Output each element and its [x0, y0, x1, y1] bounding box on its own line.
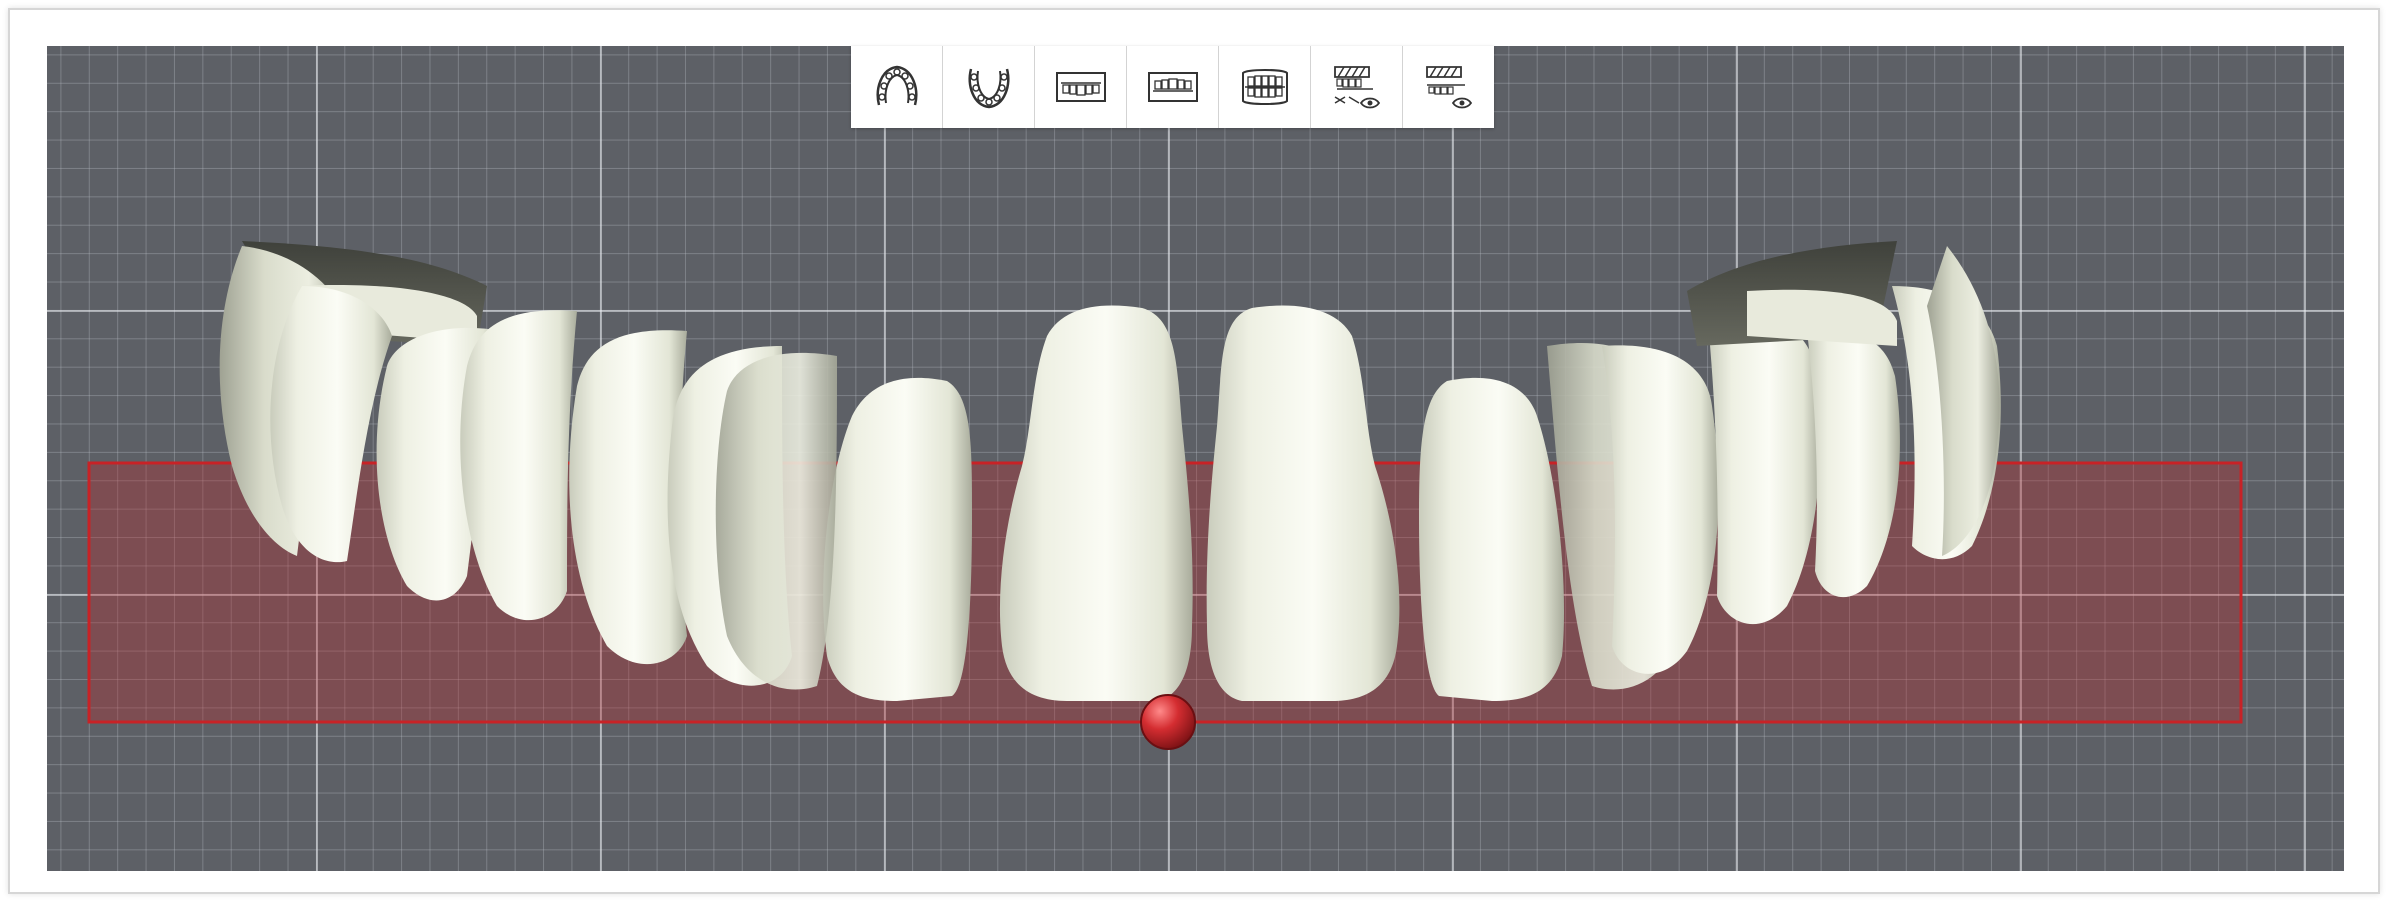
lower-arch-occlusal-icon [968, 68, 1009, 109]
both-jaws-front-button[interactable] [1219, 46, 1311, 128]
lower-teeth-front-button[interactable] [1127, 46, 1219, 128]
both-jaws-frontal-icon [1241, 69, 1288, 105]
left-central-incisor[interactable] [999, 305, 1193, 701]
right-lateral-incisor[interactable] [1419, 377, 1565, 701]
upper-jaw-view-button[interactable] [851, 46, 943, 128]
left-lateral-incisor[interactable] [823, 377, 972, 701]
left-canine[interactable] [715, 352, 837, 690]
upper-arch-occlusal-icon [876, 65, 917, 106]
control-point-handle[interactable] [1140, 694, 1196, 750]
toggle-upper-visibility-button[interactable] [1311, 46, 1403, 128]
dental-arch-scene [87, 241, 2243, 750]
lower-jaw-view-button[interactable] [943, 46, 1035, 128]
upper-teeth-frontal-icon [1055, 72, 1106, 102]
lower-teeth-frontal-icon [1147, 72, 1198, 102]
right-central-incisor[interactable] [1206, 305, 1400, 701]
toggle-lower-visibility-button[interactable] [1403, 46, 1494, 128]
view-toolbar [851, 46, 1494, 128]
lower-jaw-visibility-icon [1425, 66, 1472, 109]
upper-teeth-front-button[interactable] [1035, 46, 1127, 128]
upper-jaw-visibility-icon [1333, 66, 1380, 109]
3d-viewport[interactable] [47, 46, 2344, 871]
